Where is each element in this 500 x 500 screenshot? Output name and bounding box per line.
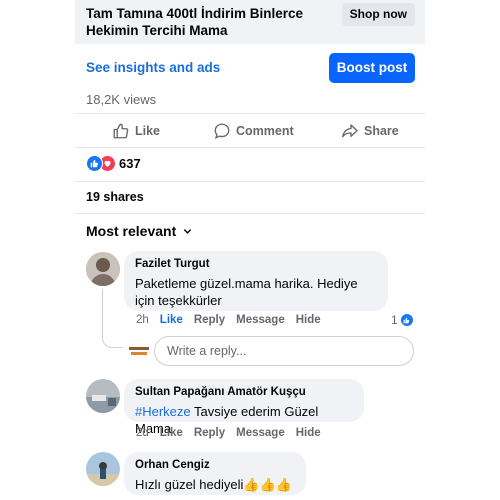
comment-text: Paketleme güzel.mama harika. Hediye için… (135, 276, 358, 308)
comment-reply-button[interactable]: Reply (194, 427, 225, 439)
boost-post-button[interactable]: Boost post (329, 53, 415, 83)
shop-now-button[interactable]: Shop now (341, 3, 415, 26)
comment-author[interactable]: Orhan Cengiz (135, 458, 295, 473)
thumbs-up-icon (113, 123, 129, 139)
chevron-down-icon (184, 228, 192, 234)
comment-message-button[interactable]: Message (236, 427, 285, 439)
comment-bubble: Orhan Cengiz Hızlı güzel hediyeli👍👍👍 (124, 452, 306, 495)
comment-text: Hızlı güzel hediyeli👍👍👍 (135, 477, 292, 492)
like-reaction-icon (86, 155, 103, 172)
comment-reply-button[interactable]: Reply (194, 314, 225, 326)
like-label: Like (135, 124, 161, 138)
comment-hide-button[interactable]: Hide (296, 314, 321, 326)
comment-author[interactable]: Sultan Papağanı Amatör Kuşçu (135, 385, 353, 400)
comment-like-count[interactable]: 1 (391, 313, 414, 327)
avatar[interactable] (86, 452, 120, 486)
share-button[interactable]: Share (340, 120, 399, 142)
comment-time[interactable]: 2h (136, 314, 149, 326)
comment-message-button[interactable]: Message (236, 314, 285, 326)
shares-count[interactable]: 19 shares (86, 190, 144, 204)
post-card: Tam Tamına 400tl İndirim Binlerce Hekimi… (75, 0, 425, 500)
views-count[interactable]: 18,2K views (86, 92, 156, 107)
divider (75, 181, 425, 182)
comment-like-button[interactable]: Like (160, 314, 183, 326)
sort-dropdown[interactable]: Most relevant (86, 223, 193, 239)
comment-like-button[interactable]: Like (160, 427, 183, 439)
page-logo (128, 344, 150, 358)
avatar[interactable] (86, 252, 120, 286)
ad-title[interactable]: Tam Tamına 400tl İndirim Binlerce Hekimi… (86, 5, 316, 39)
comment-bubble: Fazilet Turgut Paketleme güzel.mama hari… (124, 251, 388, 311)
comment-bubble-icon (214, 123, 230, 139)
divider (75, 213, 425, 214)
divider (75, 147, 425, 148)
reactions-summary[interactable]: 637 (86, 155, 141, 172)
comment-author[interactable]: Fazilet Turgut (135, 257, 377, 272)
divider (75, 113, 425, 114)
hashtag-link[interactable]: #Herkeze (135, 404, 191, 419)
share-arrow-icon (342, 124, 358, 138)
ad-banner[interactable]: Tam Tamına 400tl İndirim Binlerce Hekimi… (75, 0, 425, 44)
comment-actions: 2h Like Reply Message Hide (136, 314, 321, 326)
comment-bubble: Sultan Papağanı Amatör Kuşçu #Herkeze Ta… (124, 379, 364, 436)
thread-line (102, 289, 123, 348)
share-label: Share (364, 124, 399, 138)
comment-like-count-value: 1 (391, 313, 398, 327)
sort-label: Most relevant (86, 223, 177, 239)
reply-input[interactable]: Write a reply... (154, 336, 414, 366)
reaction-count: 637 (119, 156, 141, 171)
comment-actions: 2d Like Reply Message Hide (136, 427, 321, 439)
like-button[interactable]: Like (112, 120, 160, 142)
avatar[interactable] (86, 379, 120, 413)
comment-time[interactable]: 2d (136, 427, 149, 439)
comment-button[interactable]: Comment (213, 120, 294, 142)
comment-hide-button[interactable]: Hide (296, 427, 321, 439)
like-reaction-icon (399, 313, 414, 327)
comment-label: Comment (236, 124, 294, 138)
see-insights-link[interactable]: See insights and ads (86, 60, 220, 75)
